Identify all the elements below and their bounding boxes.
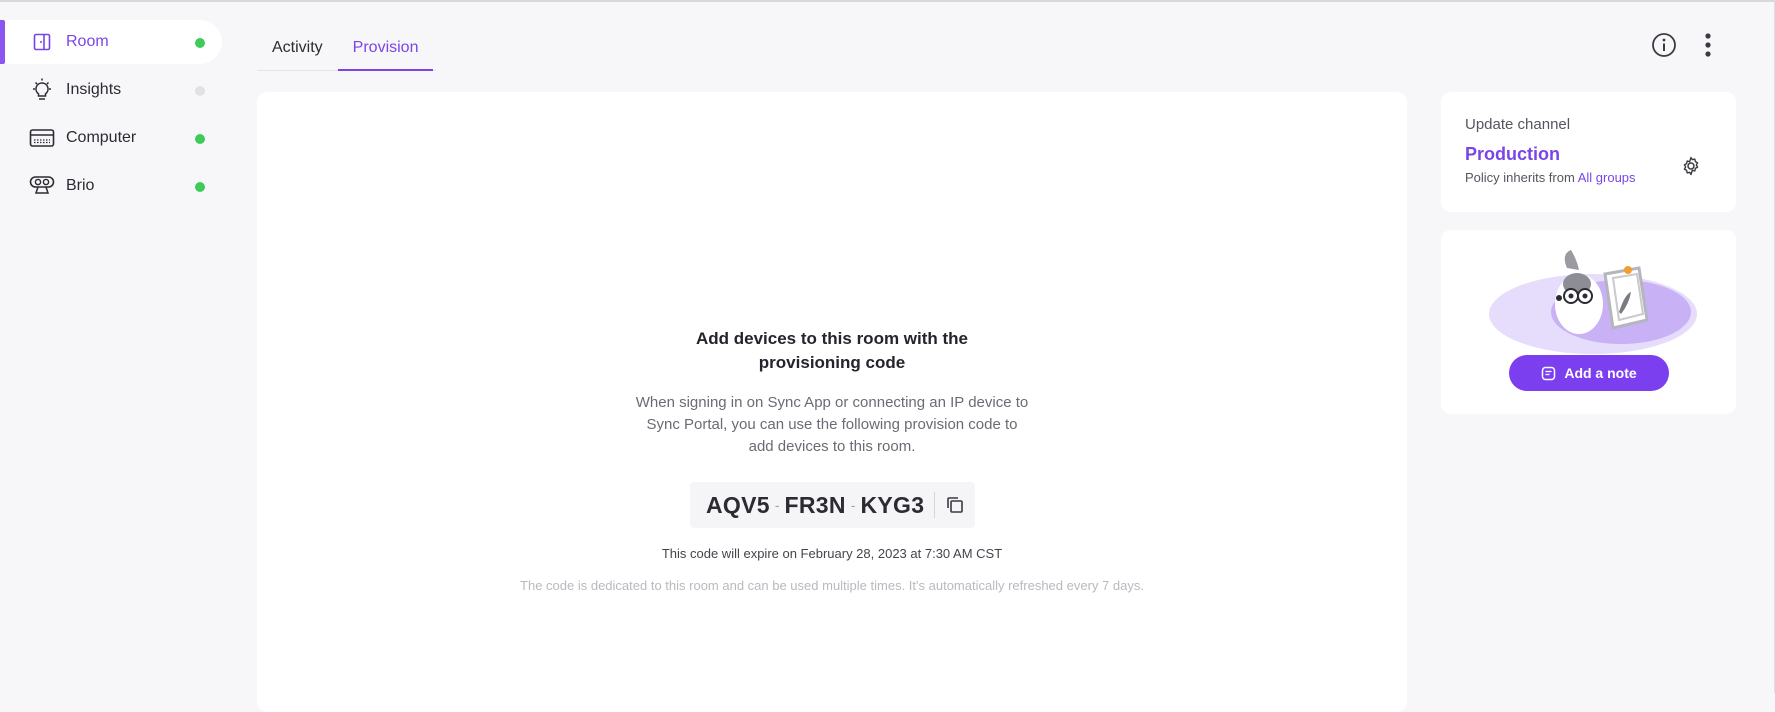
sidebar-item-label: Brio [66,177,95,194]
provision-description-line: add devices to this room. [748,438,916,455]
provision-code-box: AQV5 - FR3N - KYG3 [690,482,975,528]
code-separator: - [774,497,780,513]
status-dot-offline [195,86,205,96]
copy-icon[interactable] [935,482,975,528]
all-groups-link[interactable]: All groups [1578,170,1636,185]
update-channel-value: Production [1465,144,1560,164]
code-separator: - [850,497,856,513]
header-actions [1649,30,1723,60]
provision-description-line: When signing in on Sync App or connectin… [635,394,1029,411]
code-segment: AQV5 [706,491,770,518]
status-dot-online [195,38,205,48]
provision-title-line: provisioning code [758,353,906,372]
computer-icon [29,126,55,150]
note-illustration [1489,250,1697,354]
tab-activity[interactable]: Activity [257,28,338,70]
code-segment: FR3N [784,491,846,518]
update-channel-label: Update channel [1465,116,1571,133]
status-dot-online [195,182,205,192]
sidebar-item-room[interactable]: Room [0,20,222,64]
room-icon [29,30,55,54]
top-border [0,0,1775,2]
sidebar-item-label: Room [66,33,109,50]
sidebar: Room Insights Computer Brio [0,20,222,212]
status-dot-online [195,134,205,144]
provision-title: Add devices to this room with the provis… [257,327,1407,375]
refresh-note: The code is dedicated to this room and c… [520,578,1144,593]
add-note-label: Add a note [1564,365,1637,381]
sidebar-item-label: Computer [66,129,137,146]
more-vertical-icon[interactable] [1693,30,1723,60]
tab-provision[interactable]: Provision [337,28,434,71]
code-segment: KYG3 [860,491,925,518]
note-card: Add a note [1441,230,1736,414]
policy-prefix: Policy inherits from [1465,170,1575,185]
webcam-icon [29,174,55,198]
tab-bar: Activity Provision [257,28,436,71]
provision-description-line: Sync Portal, you can use the following p… [646,416,1018,433]
info-icon[interactable] [1649,30,1679,60]
lightbulb-icon [29,78,55,102]
update-channel-card: Update channel Production Policy inherit… [1441,92,1736,212]
sidebar-item-insights[interactable]: Insights [0,68,222,112]
sidebar-item-computer[interactable]: Computer [0,116,222,160]
provision-card: Add devices to this room with the provis… [257,92,1407,712]
policy-text: Policy inherits from All groups [1465,170,1636,185]
sidebar-item-brio[interactable]: Brio [0,164,222,208]
add-note-button[interactable]: Add a note [1509,355,1669,391]
gear-icon[interactable] [1679,154,1703,178]
sidebar-item-label: Insights [66,81,122,98]
expire-text: This code will expire on February 28, 20… [661,546,1003,561]
note-icon [1542,366,1556,380]
provision-code[interactable]: AQV5 - FR3N - KYG3 [706,492,924,519]
provision-title-line: Add devices to this room with the [695,329,969,348]
provision-description: When signing in on Sync App or connectin… [257,392,1407,458]
